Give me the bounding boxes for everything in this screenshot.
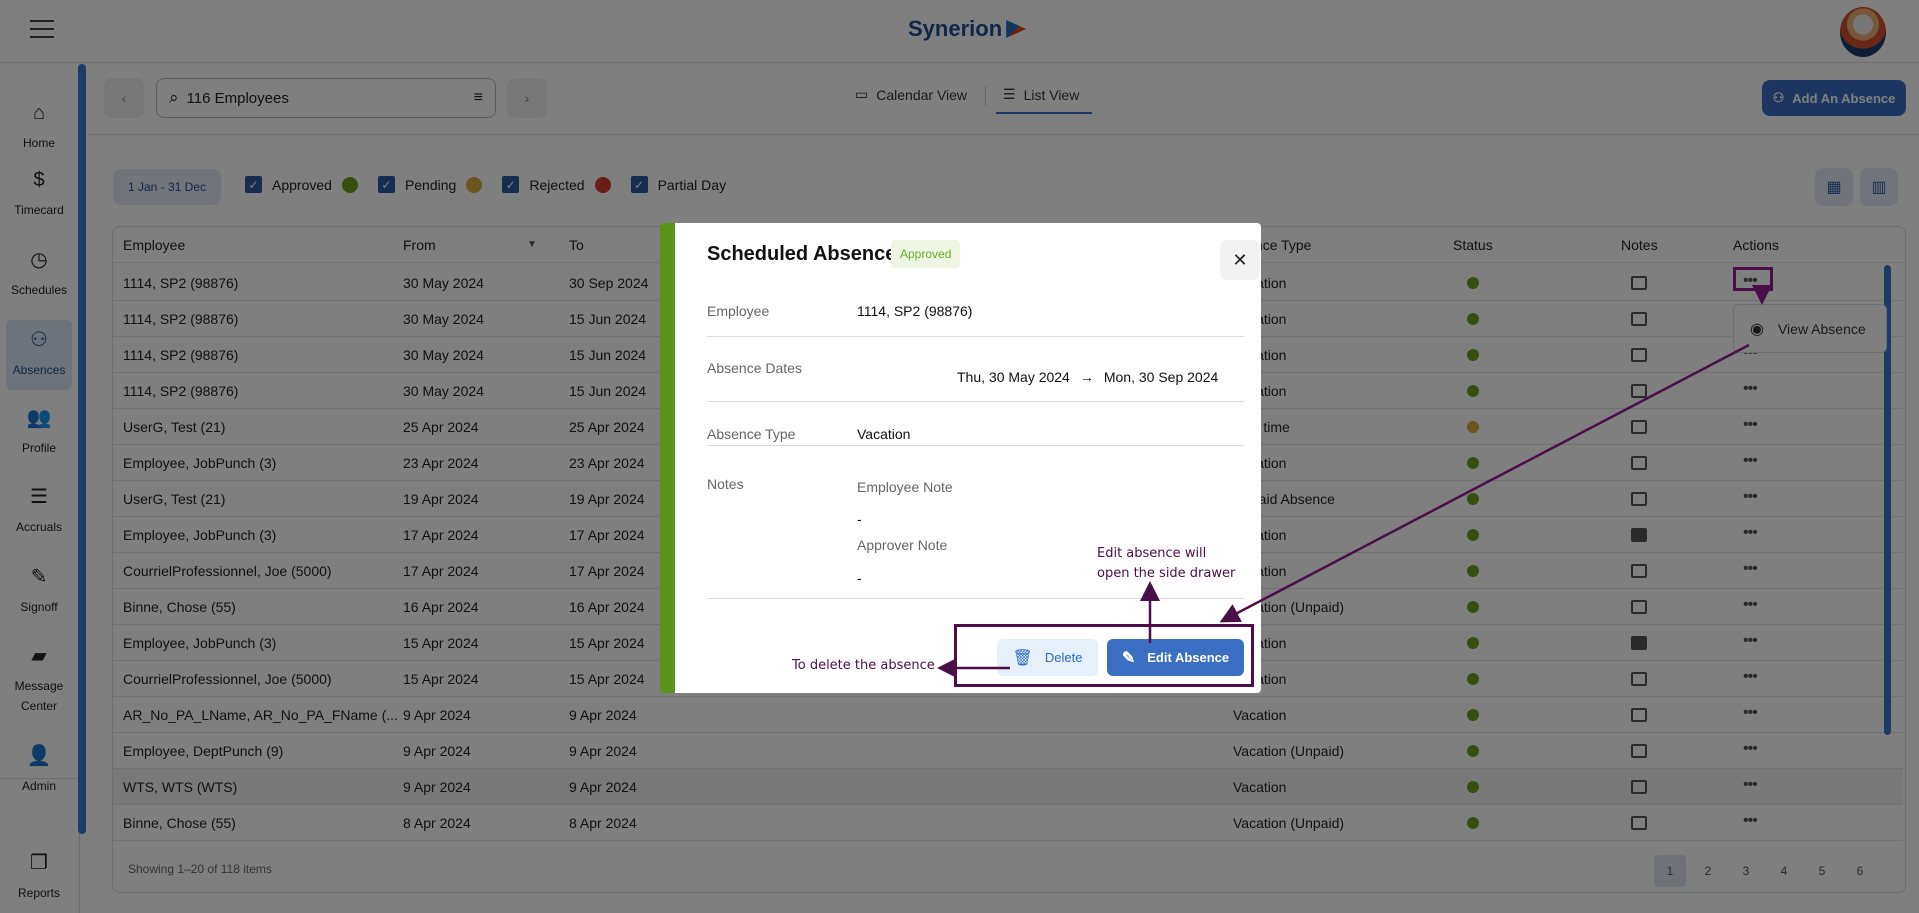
arrow-menu-to-buttons bbox=[1219, 343, 1750, 623]
annotation-arrows bbox=[937, 285, 1772, 678]
